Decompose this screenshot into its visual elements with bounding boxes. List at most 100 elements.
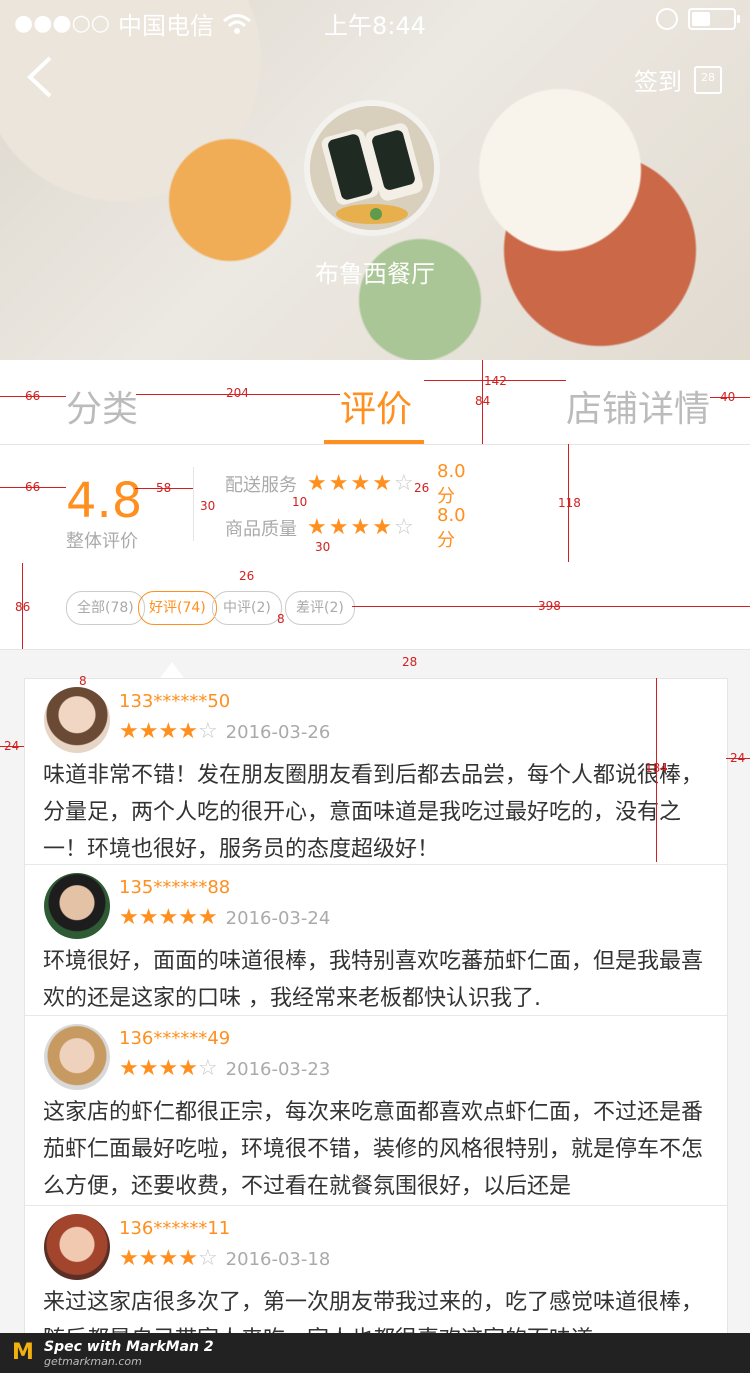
star-icon: ★ [158,1246,179,1271]
star-icon: ★ [350,515,371,540]
star-icon: ★ [178,1246,198,1271]
annotation-10: 10 [292,495,308,509]
rating-points: 8.0分 [437,504,466,551]
annotation-30: 30 [200,499,216,513]
annotation-66: 66 [25,389,41,403]
star-icon: ★ [119,1056,139,1081]
annotation-204: 204 [226,386,249,400]
annotation-8b: 8 [79,674,87,688]
calendar-day: 28 [701,70,715,84]
annotation-40: 40 [720,390,736,404]
star-icon: ★ [328,515,349,540]
filter-negative[interactable]: 差评(2) [285,591,355,625]
annotation-8: 8 [277,612,285,626]
star-icon: ★ [138,1246,159,1271]
annotation-84: 84 [475,394,491,408]
star-icon: ★ [119,1246,139,1271]
review-text: 这家店的虾仁都很正宗，每次来吃意面都喜欢点虾仁面，不过还是番茄虾仁面最好吃啦，环… [43,1100,704,1199]
star-icon: ★ [307,471,327,496]
review-list: 133******50 ★ ★ ★ ★ ☆ 2016-03-26 味道非常不错！发在朋友… [24,678,728,1340]
annotation-66b: 66 [25,480,41,494]
status-bar: ●●●○○ 中国电信 上午8:44 [0,0,750,40]
review-stars: ★ ★ ★ ★ ★ 2016-03-24 [119,907,330,929]
review-item: 135******88 ★ ★ ★ ★ ★ 2016-03-24 环境很好，面面的味道很… [25,865,727,1016]
star-icon: ★ [328,471,349,496]
tab-store-details[interactable]: 店铺详情 [566,380,710,432]
star-icon: ★ [372,471,392,496]
annotation-26: 26 [414,481,430,495]
review-stars: ★ ★ ★ ★ ☆ 2016-03-23 [119,1058,330,1080]
star-rating: ★ ★ ★ ★ ☆ [307,473,414,495]
review-user: 133******50 [119,691,231,712]
star-icon: ★ [350,471,371,496]
tab-reviews[interactable]: 评价 [340,380,412,432]
review-item: 136******11 ★ ★ ★ ★ ☆ 2016-03-18 来过这家店很多次了，第… [25,1206,727,1339]
star-icon: ★ [138,1056,159,1081]
review-date: 2016-03-18 [225,1248,331,1270]
user-avatar [44,1024,110,1090]
star-outline-icon: ☆ [393,471,414,496]
review-date: 2016-03-24 [225,907,331,929]
user-avatar [44,873,110,939]
rating-row-quality: 商品质量 ★ ★ ★ ★ ☆ 8.0分 [225,505,466,551]
rating-label: 商品质量 [225,519,297,540]
rating-points: 8.0分 [437,460,466,507]
star-rating: ★ ★ ★ ★ ☆ [307,517,414,539]
back-arrow-icon [27,56,52,98]
annotation-30b: 30 [315,540,331,554]
annotation-24-left: 24 [4,739,20,753]
star-icon: ★ [197,905,218,930]
annotation-118: 118 [558,496,581,510]
signin-button[interactable]: 签到 28 [634,62,722,97]
star-icon: ★ [178,719,198,744]
star-icon: ★ [119,719,139,744]
review-date: 2016-03-26 [225,721,331,743]
tab-category[interactable]: 分类 [66,380,138,432]
review-date: 2016-03-23 [225,1058,331,1080]
review-item: 133******50 ★ ★ ★ ★ ☆ 2016-03-26 味道非常不错！发在朋友… [25,679,727,865]
review-stars: ★ ★ ★ ★ ☆ 2016-03-18 [119,1248,330,1270]
star-icon: ★ [158,719,179,744]
annotation-28: 28 [402,655,418,669]
markman-footer: M Spec with MarkMan 2 getmarkman.com [0,1333,750,1373]
review-text: 来过这家店很多次了，第一次朋友带我过来的，吃了感觉味道很棒，随后都是自己带家人来… [43,1290,704,1339]
review-user: 136******49 [119,1028,231,1049]
rating-summary: 4.8 整体评价 配送服务 ★ ★ ★ ★ ☆ 8.0分 商品质量 ★ ★ ★ … [0,444,750,564]
annotation-184: 184 [645,761,668,775]
signin-label: 签到 [634,68,682,96]
filter-neutral[interactable]: 中评(2) [212,591,282,625]
back-button[interactable] [24,54,56,104]
calendar-icon: 28 [694,65,722,94]
store-avatar [304,100,440,236]
filter-all[interactable]: 全部(78) [66,591,145,625]
rotation-lock-icon [656,8,678,30]
overall-score: 4.8 [66,473,143,529]
tab-bar: 分类 评价 店铺详情 [0,360,750,444]
star-outline-icon: ☆ [393,515,414,540]
star-outline-icon: ☆ [197,1246,218,1271]
annotation-26b: 26 [239,569,255,583]
list-pointer [160,662,184,678]
battery-icon [688,8,740,30]
annotation-58: 58 [156,481,172,495]
footer-site: getmarkman.com [44,1355,142,1368]
user-avatar [44,687,110,753]
rating-row-delivery: 配送服务 ★ ★ ★ ★ ☆ 8.0分 [225,461,466,507]
store-name: 布鲁西餐厅 [315,260,435,288]
star-icon: ★ [178,1056,198,1081]
filter-positive[interactable]: 好评(74) [138,591,217,625]
annotation-86: 86 [15,600,31,614]
sushi-image [310,106,434,230]
star-icon: ★ [307,515,327,540]
markman-logo-icon: M [12,1340,34,1365]
footer-title: Spec with MarkMan 2 [44,1339,214,1355]
star-icon: ★ [158,1056,179,1081]
user-avatar [44,1214,110,1280]
overall-label: 整体评价 [66,531,138,552]
review-user: 135******88 [119,877,231,898]
clock: 上午8:44 [324,12,426,40]
star-icon: ★ [178,905,198,930]
review-text: 环境很好，面面的味道很棒，我特别喜欢吃蕃茄虾仁面，但是我最喜欢的还是这家的口味 … [43,949,704,1011]
review-item: 136******49 ★ ★ ★ ★ ☆ 2016-03-23 这家店的虾仁都很正宗，… [25,1016,727,1206]
rating-label: 配送服务 [225,475,297,496]
